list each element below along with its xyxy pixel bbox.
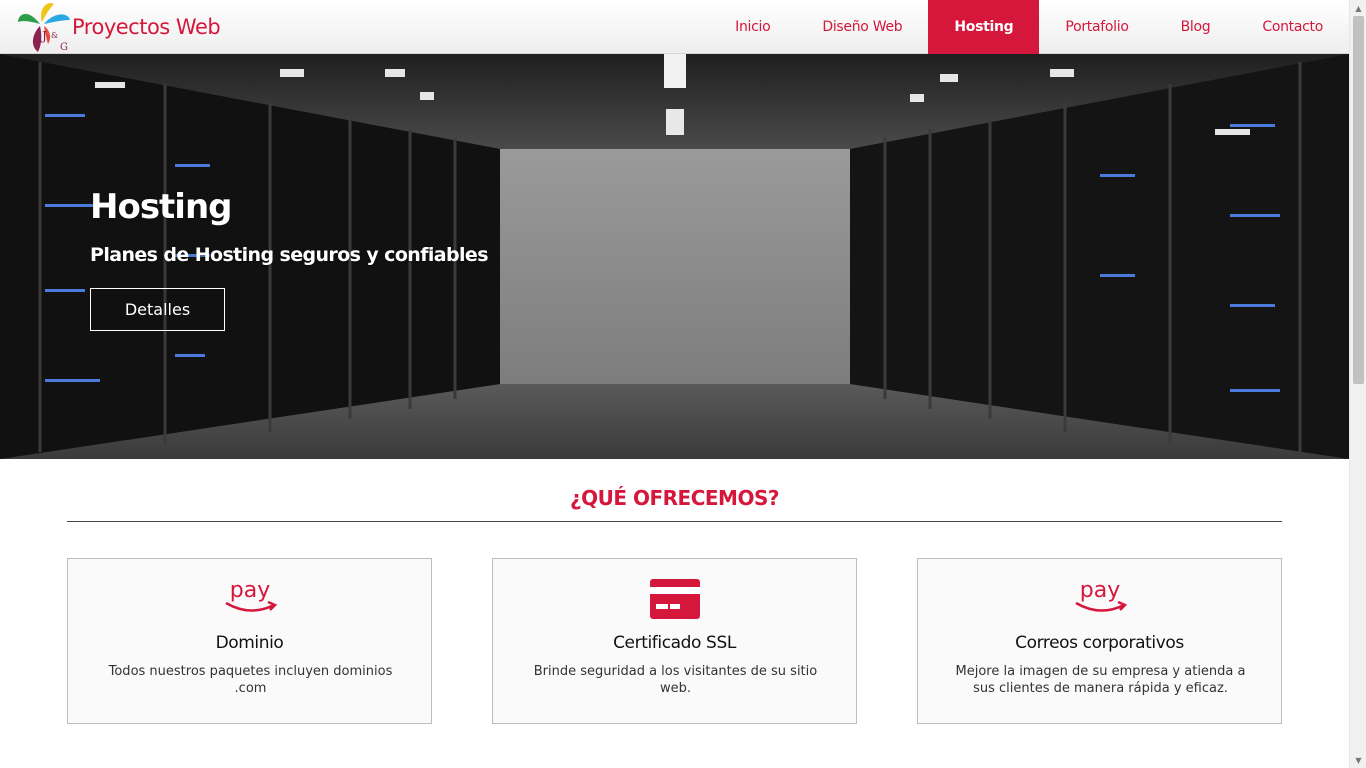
card-description: Mejore la imagen de su empresa y atienda… — [955, 664, 1246, 696]
scroll-up-icon[interactable]: ▲ — [1350, 0, 1366, 16]
amazon-pay-icon: pay — [68, 575, 431, 619]
nav-item-blog[interactable]: Blog — [1155, 0, 1237, 54]
service-card-dominio: pay Dominio Todos nuestros paquetes incl… — [67, 558, 432, 724]
brand-logo[interactable]: J & G Proyectos Web — [14, 0, 221, 54]
credit-card-icon — [493, 575, 856, 619]
card-title: Dominio — [215, 633, 284, 653]
card-title: Correos corporativos — [1015, 633, 1184, 653]
nav-item-contacto[interactable]: Contacto — [1236, 0, 1349, 54]
page: J & G Proyectos Web Inicio Diseño Web Ho… — [0, 0, 1349, 768]
brand-name: Proyectos Web — [72, 15, 221, 39]
details-button[interactable]: Detalles — [90, 288, 225, 331]
svg-text:&: & — [51, 31, 58, 40]
amazon-pay-icon: pay — [918, 575, 1281, 619]
main-nav: Inicio Diseño Web Hosting Portafolio Blo… — [709, 0, 1349, 54]
svg-text:pay: pay — [229, 578, 269, 603]
hero-banner: Hosting Planes de Hosting seguros y conf… — [0, 54, 1349, 459]
nav-item-portafolio[interactable]: Portafolio — [1039, 0, 1154, 54]
nav-item-hosting[interactable]: Hosting — [928, 0, 1040, 54]
scrollbar-thumb[interactable] — [1353, 16, 1364, 384]
card-description: Todos nuestros paquetes incluyen dominio… — [108, 664, 393, 696]
card-title: Certificado SSL — [613, 633, 736, 653]
scroll-down-icon[interactable]: ▼ — [1350, 752, 1366, 768]
section-title: ¿QUÉ OFRECEMOS? — [570, 486, 779, 510]
nav-item-diseno-web[interactable]: Diseño Web — [796, 0, 928, 54]
service-card-correos: pay Correos corporativos Mejore la image… — [917, 558, 1282, 724]
nav-item-inicio[interactable]: Inicio — [709, 0, 796, 54]
site-header: J & G Proyectos Web Inicio Diseño Web Ho… — [0, 0, 1349, 54]
section-divider — [67, 521, 1282, 522]
service-card-ssl: Certificado SSL Brinde seguridad a los v… — [492, 558, 857, 724]
hero-subtitle: Planes de Hosting seguros y confiables — [90, 244, 489, 266]
svg-text:pay: pay — [1079, 578, 1119, 603]
hero-title: Hosting — [90, 187, 233, 227]
card-description: Brinde seguridad a los visitantes de su … — [533, 664, 818, 696]
vertical-scrollbar[interactable]: ▲ ▼ — [1349, 0, 1366, 768]
svg-text:J: J — [40, 29, 47, 43]
svg-text:G: G — [60, 42, 68, 53]
logo-icon: J & G — [14, 0, 72, 54]
